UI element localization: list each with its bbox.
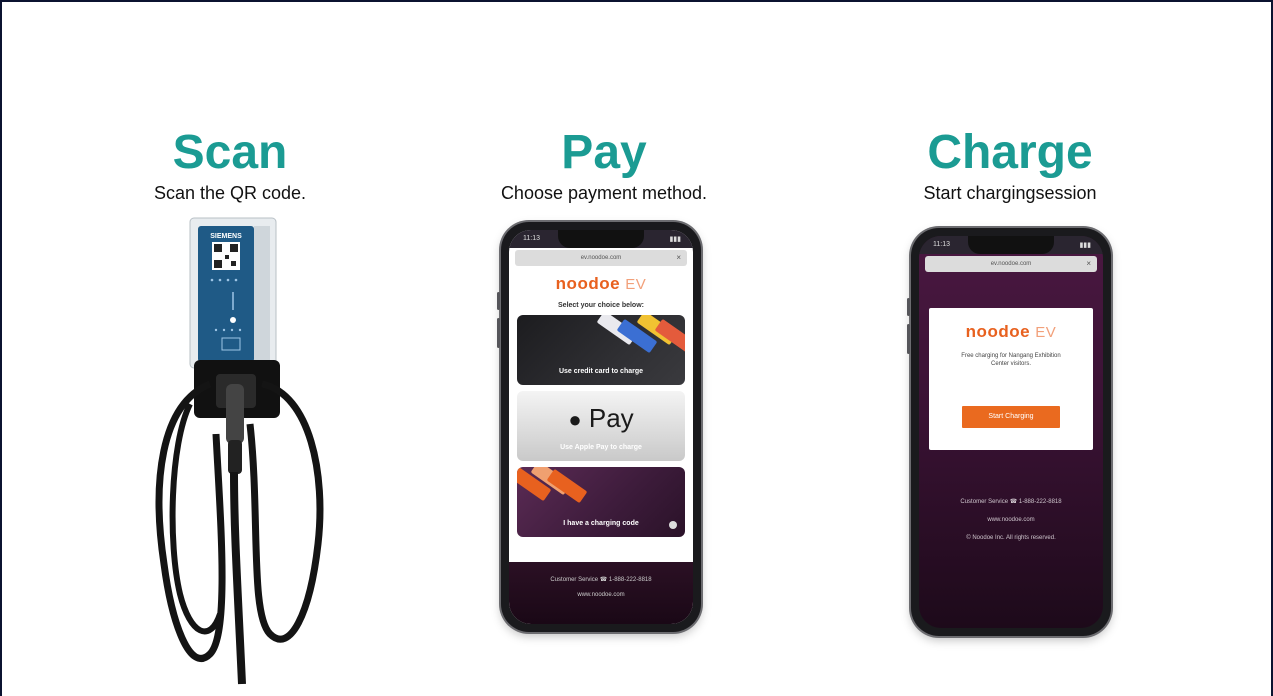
charge-modal: noodoe EV Free charging for Nangang Exhi… [929, 308, 1093, 450]
pay-footer: Customer Service ☎ 1-888-222-8818 www.no… [509, 562, 693, 624]
phone-side-button [497, 318, 500, 348]
step-scan: Scan Scan the QR code. [120, 128, 340, 204]
logo-text: noodoe [965, 322, 1031, 341]
info-icon[interactable] [669, 521, 677, 529]
option-label: I have a charging code [563, 520, 639, 527]
apple-pay-text: Pay [588, 403, 634, 433]
signal-battery-icon: ▮▮▮ [1079, 242, 1091, 249]
charge-screen: 11:13 ▮▮▮ ev.noodoe.com × noodoe EV Free… [919, 236, 1103, 628]
option-label: Use credit card to charge [558, 368, 644, 375]
select-prompt: Select your choice below: [558, 302, 644, 309]
logo-suffix: EV [1035, 324, 1057, 341]
apple-icon: ● [568, 407, 582, 432]
option-apple-pay[interactable]: ● Pay Use Apple Pay to charge [517, 391, 685, 461]
step-title-charge: Charge [927, 126, 1093, 179]
url-text: ev.noodoe.com [990, 261, 1032, 267]
phone-pay-mockup: 11:13 ▮▮▮ ev.noodoe.com × noodoe EV Sele… [497, 222, 701, 632]
step-caption-charge: Start chargingsession [923, 183, 1097, 203]
phone-notch [968, 236, 1054, 254]
website-link[interactable]: www.noodoe.com [509, 592, 693, 598]
ev-charger-image: SIEMENS [150, 214, 330, 690]
option-credit-card[interactable]: Use credit card to charge [517, 315, 685, 385]
charge-message: Free charging for Nangang Exhibition Cen… [961, 353, 1061, 367]
start-charging-button[interactable]: Start Charging [962, 406, 1060, 428]
ev-charger-drawing: SIEMENS [155, 217, 324, 685]
step-title-pay: Pay [561, 126, 647, 179]
signal-battery-icon: ▮▮▮ [669, 236, 681, 243]
phone-side-button [497, 292, 500, 310]
step-caption-pay: Choose payment method. [500, 183, 708, 203]
phone-side-button [907, 298, 910, 316]
url-text: ev.noodoe.com [580, 255, 622, 261]
step-caption-scan: Scan the QR code. [153, 183, 307, 203]
status-time: 11:13 [523, 235, 540, 242]
close-icon[interactable]: × [1086, 256, 1091, 272]
customer-service: Customer Service ☎ 1-888-222-8818 [960, 499, 1062, 505]
step-title-scan: Scan [172, 126, 288, 179]
logo-suffix: EV [625, 276, 647, 293]
website-link[interactable]: www.noodoe.com [919, 517, 1103, 523]
noodoe-logo: noodoe EV [509, 274, 693, 294]
apple-pay-logo: ● Pay [517, 403, 685, 434]
close-icon[interactable]: × [676, 250, 681, 266]
status-time: 11:13 [933, 241, 950, 248]
option-label: Use Apple Pay to charge [560, 444, 642, 451]
phone-side-button [907, 324, 910, 354]
charger-brand: SIEMENS [210, 233, 242, 240]
step-pay: Pay Choose payment method. [474, 128, 734, 204]
phone-charge-mockup: 11:13 ▮▮▮ ev.noodoe.com × noodoe EV Free… [907, 228, 1111, 636]
phone-notch [558, 230, 644, 248]
pay-screen: 11:13 ▮▮▮ ev.noodoe.com × noodoe EV Sele… [509, 230, 693, 624]
step-charge: Charge Start chargingsession [895, 128, 1125, 204]
customer-service: Customer Service ☎ 1-888-222-8818 [550, 577, 652, 583]
logo-text: noodoe [555, 274, 621, 293]
option-charging-code[interactable]: I have a charging code [517, 467, 685, 537]
url-bar[interactable]: ev.noodoe.com × [515, 250, 687, 266]
url-bar[interactable]: ev.noodoe.com × [925, 256, 1097, 272]
charge-footer: Customer Service ☎ 1-888-222-8818 www.no… [919, 498, 1103, 553]
noodoe-logo: noodoe EV [929, 322, 1093, 342]
copyright: © Noodoe Inc. All rights reserved. [966, 535, 1056, 541]
